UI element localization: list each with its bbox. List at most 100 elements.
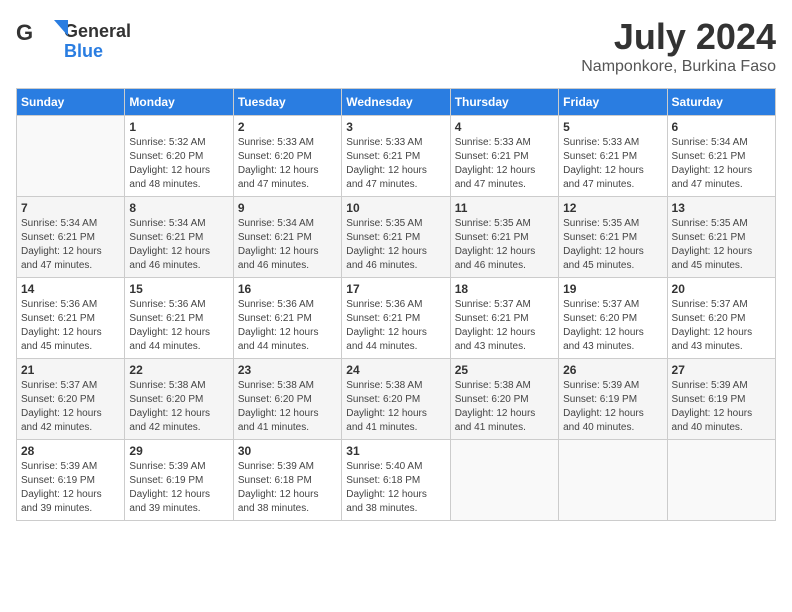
day-cell: 23 Sunrise: 5:38 AM Sunset: 6:20 PM Dayli… [233, 359, 341, 440]
day-cell: 3 Sunrise: 5:33 AM Sunset: 6:21 PM Daylig… [342, 116, 450, 197]
day-info: Sunrise: 5:38 AM Sunset: 6:20 PM Dayligh… [238, 379, 337, 435]
day-cell: 14Sunrise: 5:36 AM Sunset: 6:21 PM Dayli… [17, 278, 125, 359]
day-info: Sunrise: 5:39 AM Sunset: 6:18 PM Dayligh… [238, 460, 337, 516]
title-area: July 2024 Namponkore, Burkina Faso [581, 16, 776, 76]
column-header-wednesday: Wednesday [342, 89, 450, 116]
day-cell [450, 440, 558, 521]
logo-line2: Blue [64, 42, 131, 62]
day-number: 11 [455, 201, 554, 215]
day-number: 12 [563, 201, 662, 215]
day-number: 4 [455, 120, 554, 134]
day-number: 21 [21, 363, 120, 377]
day-number: 18 [455, 282, 554, 296]
week-row-2: 7 Sunrise: 5:34 AM Sunset: 6:21 PM Daylig… [17, 197, 776, 278]
page-header: G General Blue July 2024 Namponkore, Bur… [16, 16, 776, 76]
day-number: 28 [21, 444, 120, 458]
day-cell: 17Sunrise: 5:36 AM Sunset: 6:21 PM Dayli… [342, 278, 450, 359]
month-year: July 2024 [581, 16, 776, 58]
day-info: Sunrise: 5:33 AM Sunset: 6:21 PM Dayligh… [455, 136, 554, 192]
day-cell [667, 440, 775, 521]
day-cell: 27 Sunrise: 5:39 AM Sunset: 6:19 PM Dayli… [667, 359, 775, 440]
day-number: 8 [129, 201, 228, 215]
week-row-4: 21Sunrise: 5:37 AM Sunset: 6:20 PM Dayli… [17, 359, 776, 440]
day-info: Sunrise: 5:37 AM Sunset: 6:21 PM Dayligh… [455, 298, 554, 354]
day-cell: 7 Sunrise: 5:34 AM Sunset: 6:21 PM Daylig… [17, 197, 125, 278]
day-number: 29 [129, 444, 228, 458]
day-cell: 6 Sunrise: 5:34 AM Sunset: 6:21 PM Daylig… [667, 116, 775, 197]
day-cell: 26Sunrise: 5:39 AM Sunset: 6:19 PM Dayli… [559, 359, 667, 440]
day-cell: 18 Sunrise: 5:37 AM Sunset: 6:21 PM Dayli… [450, 278, 558, 359]
day-cell: 24Sunrise: 5:38 AM Sunset: 6:20 PM Dayli… [342, 359, 450, 440]
day-info: Sunrise: 5:36 AM Sunset: 6:21 PM Dayligh… [129, 298, 228, 354]
day-number: 31 [346, 444, 445, 458]
day-cell: 2 Sunrise: 5:33 AM Sunset: 6:20 PM Daylig… [233, 116, 341, 197]
day-number: 10 [346, 201, 445, 215]
day-number: 7 [21, 201, 120, 215]
day-info: Sunrise: 5:37 AM Sunset: 6:20 PM Dayligh… [563, 298, 662, 354]
day-info: Sunrise: 5:34 AM Sunset: 6:21 PM Dayligh… [238, 217, 337, 273]
day-cell: 22Sunrise: 5:38 AM Sunset: 6:20 PM Dayli… [125, 359, 233, 440]
calendar-body: 1 Sunrise: 5:32 AM Sunset: 6:20 PM Daylig… [17, 116, 776, 521]
day-info: Sunrise: 5:32 AM Sunset: 6:20 PM Dayligh… [129, 136, 228, 192]
day-info: Sunrise: 5:36 AM Sunset: 6:21 PM Dayligh… [21, 298, 120, 354]
day-info: Sunrise: 5:39 AM Sunset: 6:19 PM Dayligh… [21, 460, 120, 516]
day-number: 27 [672, 363, 771, 377]
day-number: 2 [238, 120, 337, 134]
day-cell: 5Sunrise: 5:33 AM Sunset: 6:21 PM Daylig… [559, 116, 667, 197]
day-cell: 9 Sunrise: 5:34 AM Sunset: 6:21 PM Daylig… [233, 197, 341, 278]
logo-line1: General [64, 22, 131, 42]
day-cell: 19 Sunrise: 5:37 AM Sunset: 6:20 PM Dayli… [559, 278, 667, 359]
day-info: Sunrise: 5:34 AM Sunset: 6:21 PM Dayligh… [21, 217, 120, 273]
column-header-saturday: Saturday [667, 89, 775, 116]
day-info: Sunrise: 5:35 AM Sunset: 6:21 PM Dayligh… [346, 217, 445, 273]
day-cell: 28 Sunrise: 5:39 AM Sunset: 6:19 PM Dayli… [17, 440, 125, 521]
day-info: Sunrise: 5:39 AM Sunset: 6:19 PM Dayligh… [129, 460, 228, 516]
day-cell: 31 Sunrise: 5:40 AM Sunset: 6:18 PM Dayli… [342, 440, 450, 521]
day-cell: 13 Sunrise: 5:35 AM Sunset: 6:21 PM Dayli… [667, 197, 775, 278]
column-header-friday: Friday [559, 89, 667, 116]
day-number: 3 [346, 120, 445, 134]
day-cell: 15Sunrise: 5:36 AM Sunset: 6:21 PM Dayli… [125, 278, 233, 359]
day-info: Sunrise: 5:39 AM Sunset: 6:19 PM Dayligh… [672, 379, 771, 435]
day-info: Sunrise: 5:36 AM Sunset: 6:21 PM Dayligh… [238, 298, 337, 354]
day-info: Sunrise: 5:40 AM Sunset: 6:18 PM Dayligh… [346, 460, 445, 516]
day-number: 23 [238, 363, 337, 377]
day-number: 20 [672, 282, 771, 296]
day-cell: 29 Sunrise: 5:39 AM Sunset: 6:19 PM Dayli… [125, 440, 233, 521]
column-header-thursday: Thursday [450, 89, 558, 116]
day-cell [17, 116, 125, 197]
calendar-table: SundayMondayTuesdayWednesdayThursdayFrid… [16, 88, 776, 521]
day-info: Sunrise: 5:36 AM Sunset: 6:21 PM Dayligh… [346, 298, 445, 354]
day-number: 1 [129, 120, 228, 134]
day-info: Sunrise: 5:34 AM Sunset: 6:21 PM Dayligh… [672, 136, 771, 192]
day-number: 9 [238, 201, 337, 215]
day-info: Sunrise: 5:33 AM Sunset: 6:21 PM Dayligh… [563, 136, 662, 192]
logo-icon: G [16, 16, 72, 64]
day-cell: 12 Sunrise: 5:35 AM Sunset: 6:21 PM Dayli… [559, 197, 667, 278]
day-number: 13 [672, 201, 771, 215]
day-number: 19 [563, 282, 662, 296]
day-info: Sunrise: 5:33 AM Sunset: 6:20 PM Dayligh… [238, 136, 337, 192]
day-number: 26 [563, 363, 662, 377]
day-cell: 10 Sunrise: 5:35 AM Sunset: 6:21 PM Dayli… [342, 197, 450, 278]
week-row-5: 28 Sunrise: 5:39 AM Sunset: 6:19 PM Dayli… [17, 440, 776, 521]
day-number: 25 [455, 363, 554, 377]
day-info: Sunrise: 5:35 AM Sunset: 6:21 PM Dayligh… [455, 217, 554, 273]
day-cell: 11 Sunrise: 5:35 AM Sunset: 6:21 PM Dayli… [450, 197, 558, 278]
day-info: Sunrise: 5:35 AM Sunset: 6:21 PM Dayligh… [672, 217, 771, 273]
day-number: 6 [672, 120, 771, 134]
day-info: Sunrise: 5:37 AM Sunset: 6:20 PM Dayligh… [672, 298, 771, 354]
day-info: Sunrise: 5:33 AM Sunset: 6:21 PM Dayligh… [346, 136, 445, 192]
day-cell: 16 Sunrise: 5:36 AM Sunset: 6:21 PM Dayli… [233, 278, 341, 359]
day-info: Sunrise: 5:38 AM Sunset: 6:20 PM Dayligh… [346, 379, 445, 435]
day-number: 16 [238, 282, 337, 296]
day-number: 30 [238, 444, 337, 458]
day-info: Sunrise: 5:34 AM Sunset: 6:21 PM Dayligh… [129, 217, 228, 273]
day-cell [559, 440, 667, 521]
day-info: Sunrise: 5:35 AM Sunset: 6:21 PM Dayligh… [563, 217, 662, 273]
day-cell: 20 Sunrise: 5:37 AM Sunset: 6:20 PM Dayli… [667, 278, 775, 359]
column-header-monday: Monday [125, 89, 233, 116]
day-cell: 21Sunrise: 5:37 AM Sunset: 6:20 PM Dayli… [17, 359, 125, 440]
week-row-3: 14Sunrise: 5:36 AM Sunset: 6:21 PM Dayli… [17, 278, 776, 359]
day-cell: 25Sunrise: 5:38 AM Sunset: 6:20 PM Dayli… [450, 359, 558, 440]
